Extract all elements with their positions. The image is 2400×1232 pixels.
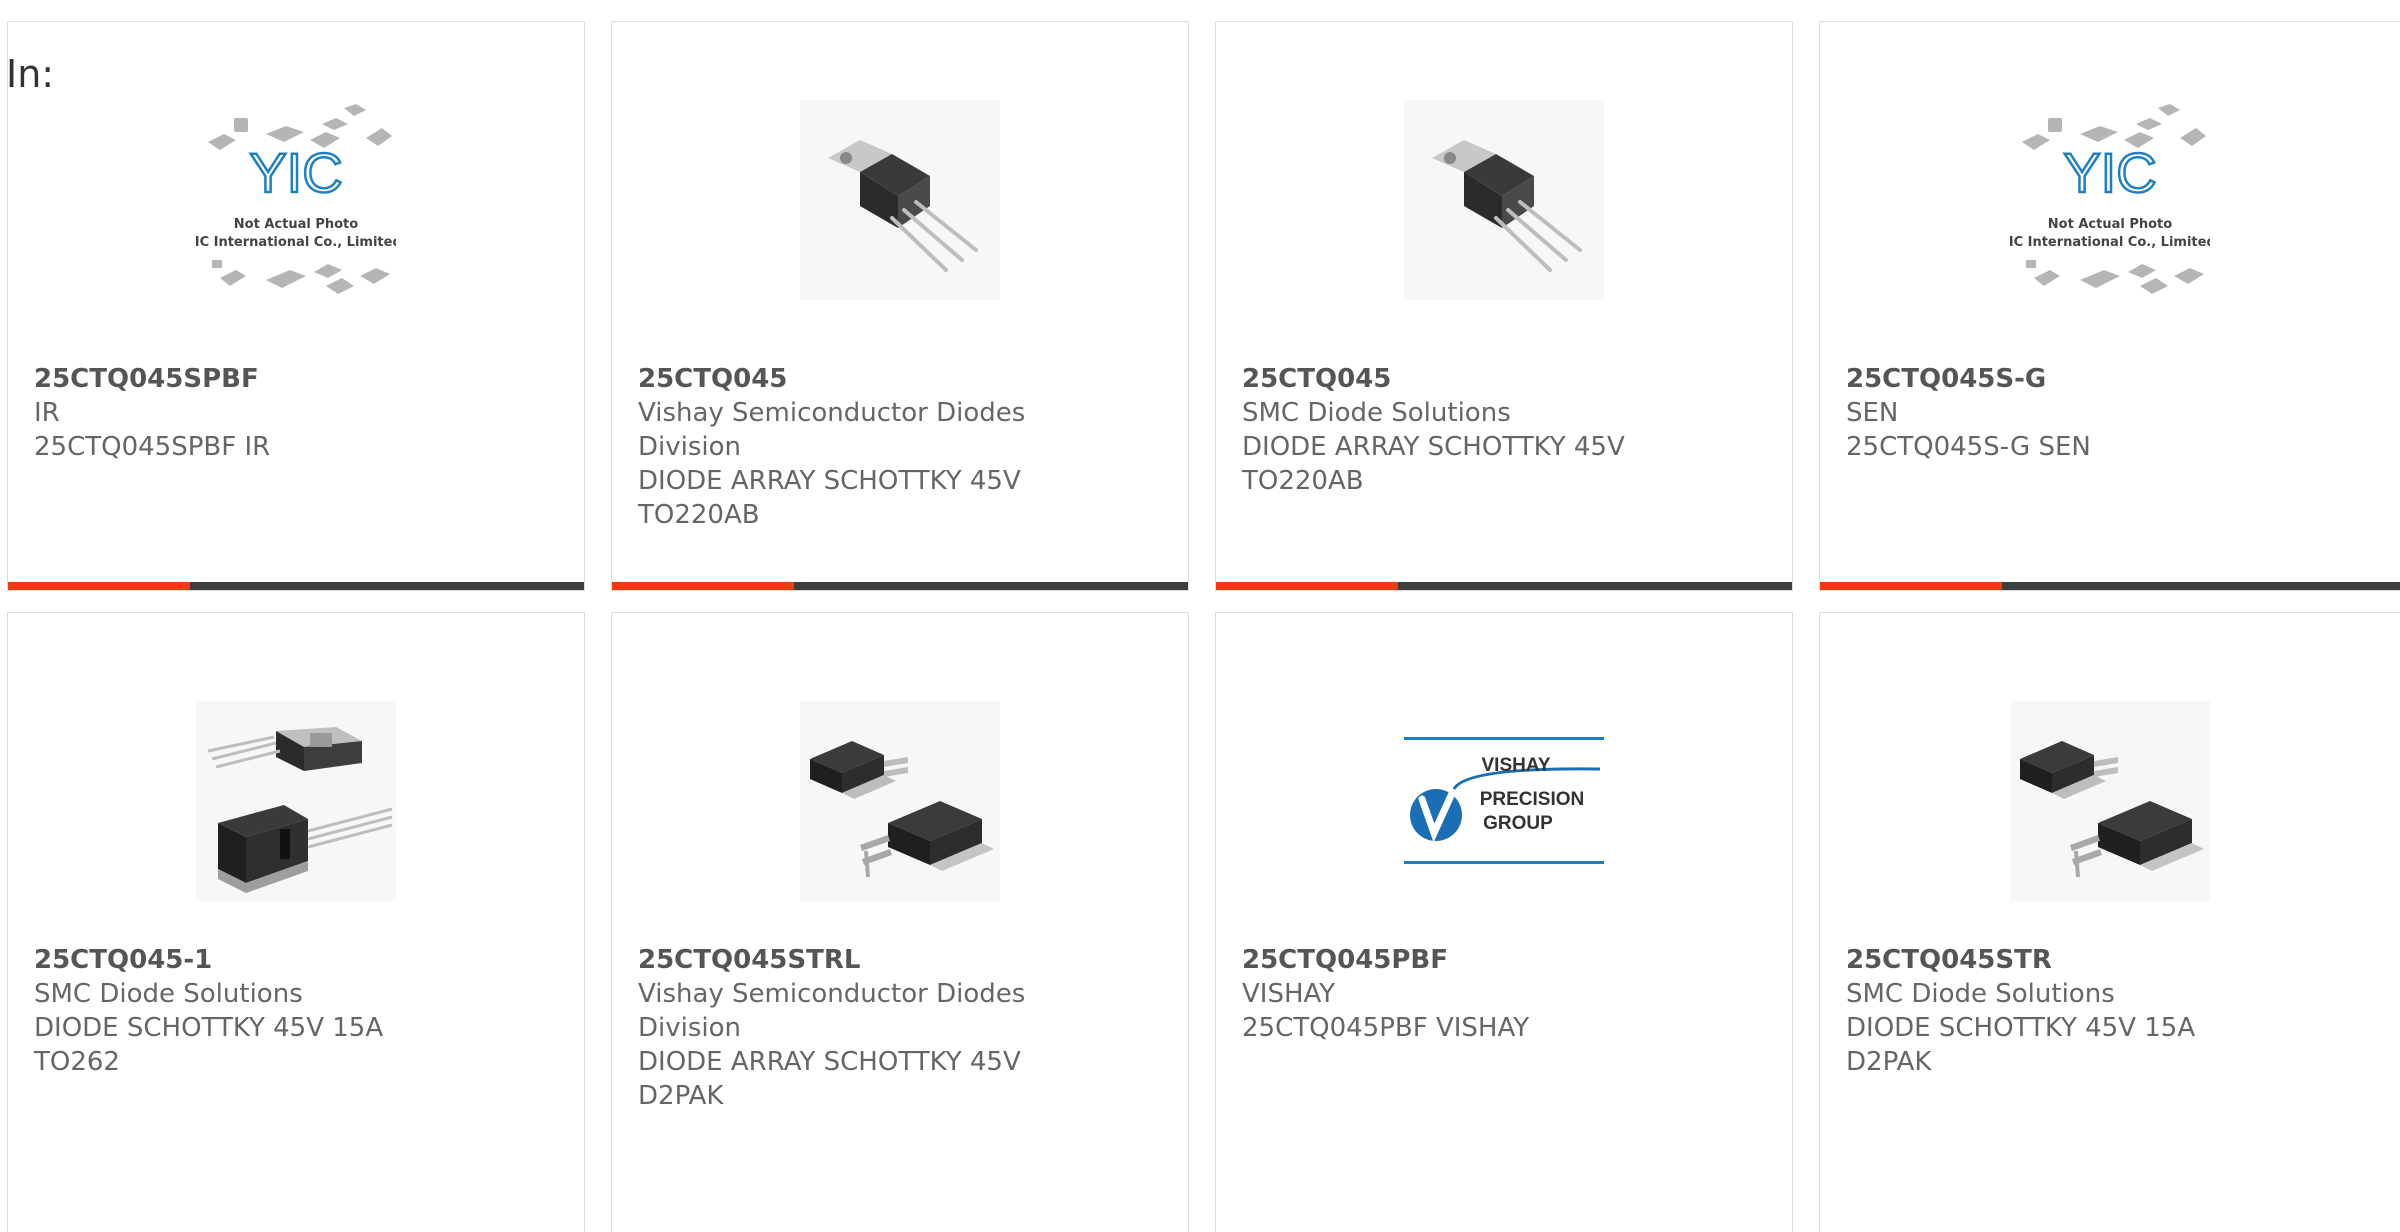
- product-line: 25CTQ045S-G SEN: [1846, 432, 2091, 462]
- product-image-placeholder[interactable]: YIC Not Actual Photo YIC International C…: [2010, 100, 2210, 300]
- product-card[interactable]: 25CTQ045STR SMC Diode Solutions DIODE SC…: [1819, 612, 2400, 1232]
- product-line: D2PAK: [1846, 1047, 1932, 1077]
- svg-text:YIC International Co., Limited: YIC International Co., Limited.: [196, 235, 396, 250]
- part-number[interactable]: 25CTQ045STRL: [638, 943, 1168, 977]
- product-card[interactable]: YIC Not Actual Photo YIC International C…: [7, 21, 585, 591]
- d2pak-icon: [2010, 701, 2210, 901]
- to262-icon: [196, 701, 396, 901]
- product-line: SMC Diode Solutions: [34, 979, 303, 1009]
- product-card[interactable]: YIC Not Actual Photo YIC International C…: [1819, 21, 2400, 591]
- product-line: D2PAK: [638, 1081, 724, 1111]
- product-image-to220[interactable]: [800, 100, 1000, 300]
- product-line: TO262: [34, 1047, 120, 1077]
- product-image-to262[interactable]: [196, 701, 396, 901]
- product-card[interactable]: 25CTQ045 SMC Diode Solutions DIODE ARRAY…: [1215, 21, 1793, 591]
- product-line: Division: [638, 1013, 742, 1043]
- product-image-d2pak[interactable]: [2010, 701, 2210, 901]
- svg-text:Not Actual Photo: Not Actual Photo: [2048, 217, 2172, 232]
- product-line: DIODE SCHOTTKY 45V 15A: [1846, 1013, 2196, 1043]
- part-number[interactable]: 25CTQ045: [1242, 362, 1772, 396]
- vishay-logo-icon: VISHAY PRECISION GROUP: [1404, 737, 1604, 864]
- product-line: TO220AB: [1242, 466, 1364, 496]
- card-accent-bar: [8, 582, 190, 590]
- part-number[interactable]: 25CTQ045: [638, 362, 1168, 396]
- product-card[interactable]: 25CTQ045-1 SMC Diode Solutions DIODE SCH…: [7, 612, 585, 1232]
- card-progress-bar: [8, 582, 584, 590]
- card-progress-bar: [1820, 582, 2400, 590]
- product-image-d2pak[interactable]: [800, 701, 1000, 901]
- product-line: DIODE SCHOTTKY 45V 15A: [34, 1013, 384, 1043]
- part-number[interactable]: 25CTQ045PBF: [1242, 943, 1772, 977]
- to220-icon: [1404, 100, 1604, 300]
- product-card[interactable]: 25CTQ045 Vishay Semiconductor Diodes Div…: [611, 21, 1189, 591]
- card-accent-bar: [612, 582, 794, 590]
- product-line: 25CTQ045PBF VISHAY: [1242, 1013, 1530, 1043]
- product-line: VISHAY: [1242, 979, 1336, 1009]
- card-accent-bar: [1820, 582, 2002, 590]
- product-line: Vishay Semiconductor Diodes: [638, 398, 1026, 428]
- svg-text:PRECISION: PRECISION: [1480, 789, 1585, 810]
- product-image-placeholder[interactable]: YIC Not Actual Photo YIC International C…: [196, 100, 396, 300]
- product-line: DIODE ARRAY SCHOTTKY 45V: [638, 466, 1021, 496]
- card-accent-bar: [1216, 582, 1398, 590]
- svg-text:GROUP: GROUP: [1483, 813, 1553, 834]
- search-prefix-label: In:: [6, 52, 55, 96]
- product-line: DIODE ARRAY SCHOTTKY 45V: [1242, 432, 1625, 462]
- part-number[interactable]: 25CTQ045-1: [34, 943, 564, 977]
- chip-placeholder-icon: YIC Not Actual Photo YIC International C…: [196, 104, 396, 294]
- svg-text:Not Actual Photo: Not Actual Photo: [234, 217, 358, 232]
- product-card[interactable]: VISHAY PRECISION GROUP 25CTQ045PBF VISHA…: [1215, 612, 1793, 1232]
- product-line: TO220AB: [638, 500, 760, 530]
- svg-text:YIC International Co., Limited: YIC International Co., Limited.: [2010, 235, 2210, 250]
- d2pak-icon: [800, 701, 1000, 901]
- part-number[interactable]: 25CTQ045STR: [1846, 943, 2380, 977]
- product-card[interactable]: 25CTQ045STRL Vishay Semiconductor Diodes…: [611, 612, 1189, 1232]
- product-line: DIODE ARRAY SCHOTTKY 45V: [638, 1047, 1021, 1077]
- product-image-to220[interactable]: [1404, 100, 1604, 300]
- product-line: Division: [638, 432, 742, 462]
- part-number[interactable]: 25CTQ045S-G: [1846, 362, 2380, 396]
- part-number[interactable]: 25CTQ045SPBF: [34, 362, 564, 396]
- product-line: SMC Diode Solutions: [1242, 398, 1511, 428]
- to220-icon: [800, 100, 1000, 300]
- product-image-vishay-logo[interactable]: VISHAY PRECISION GROUP: [1404, 701, 1604, 901]
- product-line: SEN: [1846, 398, 1899, 428]
- svg-text:VISHAY: VISHAY: [1482, 755, 1551, 776]
- card-progress-bar: [1216, 582, 1792, 590]
- svg-text:YIC: YIC: [249, 141, 342, 204]
- product-line: IR: [34, 398, 60, 428]
- product-line: Vishay Semiconductor Diodes: [638, 979, 1026, 1009]
- product-line: 25CTQ045SPBF IR: [34, 432, 271, 462]
- svg-text:YIC: YIC: [2063, 141, 2156, 204]
- chip-placeholder-icon: YIC Not Actual Photo YIC International C…: [2010, 104, 2210, 294]
- product-line: SMC Diode Solutions: [1846, 979, 2115, 1009]
- card-progress-bar: [612, 582, 1188, 590]
